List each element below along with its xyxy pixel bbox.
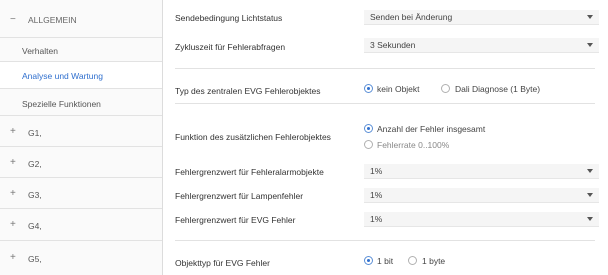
sidebar-group-g4[interactable]: + G4, (0, 209, 162, 241)
expand-icon[interactable]: + (10, 252, 16, 263)
sidebar-group-g3[interactable]: + G3, (0, 178, 162, 209)
threshold-evg-select[interactable]: 1% (364, 212, 599, 227)
sidebar-group-allgemein[interactable]: − ALLGEMEIN (0, 0, 162, 38)
settings-panel: Sendebedingung Lichtstatus Senden bei Än… (163, 0, 608, 275)
radio-dali-diagnose[interactable] (441, 84, 450, 93)
collapse-icon[interactable]: − (10, 14, 16, 25)
sidebar-group-label: G1, (28, 128, 42, 138)
expand-icon[interactable]: + (10, 219, 16, 230)
select-value: 3 Sekunden (370, 40, 416, 50)
sidebar-item-verhalten[interactable]: Verhalten (0, 38, 162, 62)
divider (175, 103, 595, 104)
sidebar-item-label: Verhalten (22, 46, 58, 56)
sidebar-item-label: Spezielle Funktionen (22, 99, 101, 109)
radio-label: Anzahl der Fehler insgesamt (377, 124, 486, 134)
sidebar-group-label: G4, (28, 221, 42, 231)
threshold-lamp-label: Fehlergrenzwert für Lampenfehler (175, 191, 304, 201)
chevron-down-icon (587, 217, 593, 221)
radio-label: kein Objekt (377, 84, 420, 94)
radio-1-byte[interactable] (408, 256, 417, 265)
sidebar-item-label: Analyse und Wartung (22, 71, 103, 81)
error-object-type-label: Typ des zentralen EVG Fehlerobjektes (175, 86, 321, 96)
sidebar-group-g2[interactable]: + G2, (0, 147, 162, 178)
threshold-alarm-label: Fehlergrenzwert für Fehleralarmobjekte (175, 167, 324, 177)
radio-kein-objekt[interactable] (364, 84, 373, 93)
cycle-time-select[interactable]: 3 Sekunden (364, 38, 599, 53)
radio-anzahl-fehler[interactable] (364, 124, 373, 133)
sidebar-group-label: G5, (28, 254, 42, 264)
threshold-lamp-select[interactable]: 1% (364, 188, 599, 203)
chevron-down-icon (587, 43, 593, 47)
radio-label: 1 bit (377, 256, 394, 266)
threshold-evg-label: Fehlergrenzwert für EVG Fehler (175, 215, 296, 225)
send-condition-label: Sendebedingung Lichtstatus (175, 13, 283, 23)
divider (175, 240, 595, 241)
chevron-down-icon (587, 169, 593, 173)
sidebar-group-label: G2, (28, 159, 42, 169)
sidebar: − ALLGEMEIN Verhalten Analyse und Wartun… (0, 0, 163, 275)
select-value: 1% (370, 166, 383, 176)
chevron-down-icon (587, 193, 593, 197)
chevron-down-icon (587, 15, 593, 19)
sidebar-item-analyse-und-wartung[interactable]: Analyse und Wartung (0, 62, 162, 89)
object-type-label: Objekttyp für EVG Fehler (175, 258, 270, 268)
radio-label: 1 byte (422, 256, 446, 266)
select-value: Senden bei Änderung (370, 12, 453, 22)
expand-icon[interactable]: + (10, 188, 16, 199)
expand-icon[interactable]: + (10, 157, 16, 168)
radio-fehlerrate[interactable] (364, 140, 373, 149)
expand-icon[interactable]: + (10, 126, 16, 137)
divider (175, 68, 595, 69)
radio-1-bit[interactable] (364, 256, 373, 265)
cycle-time-label: Zykluszeit für Fehlerabfragen (175, 42, 286, 52)
sidebar-group-g1[interactable]: + G1, (0, 116, 162, 147)
sidebar-group-label: ALLGEMEIN (28, 15, 77, 25)
threshold-alarm-select[interactable]: 1% (364, 164, 599, 179)
sidebar-group-label: G3, (28, 190, 42, 200)
sidebar-group-g5[interactable]: + G5, (0, 241, 162, 275)
select-value: 1% (370, 214, 383, 224)
select-value: 1% (370, 190, 383, 200)
extra-error-object-label: Funktion des zusätzlichen Fehlerobjektes (175, 132, 331, 142)
sidebar-item-spezielle-funktionen[interactable]: Spezielle Funktionen (0, 89, 162, 116)
send-condition-select[interactable]: Senden bei Änderung (364, 10, 599, 25)
radio-label: Dali Diagnose (1 Byte) (455, 84, 541, 94)
radio-label: Fehlerrate 0..100% (377, 140, 450, 150)
